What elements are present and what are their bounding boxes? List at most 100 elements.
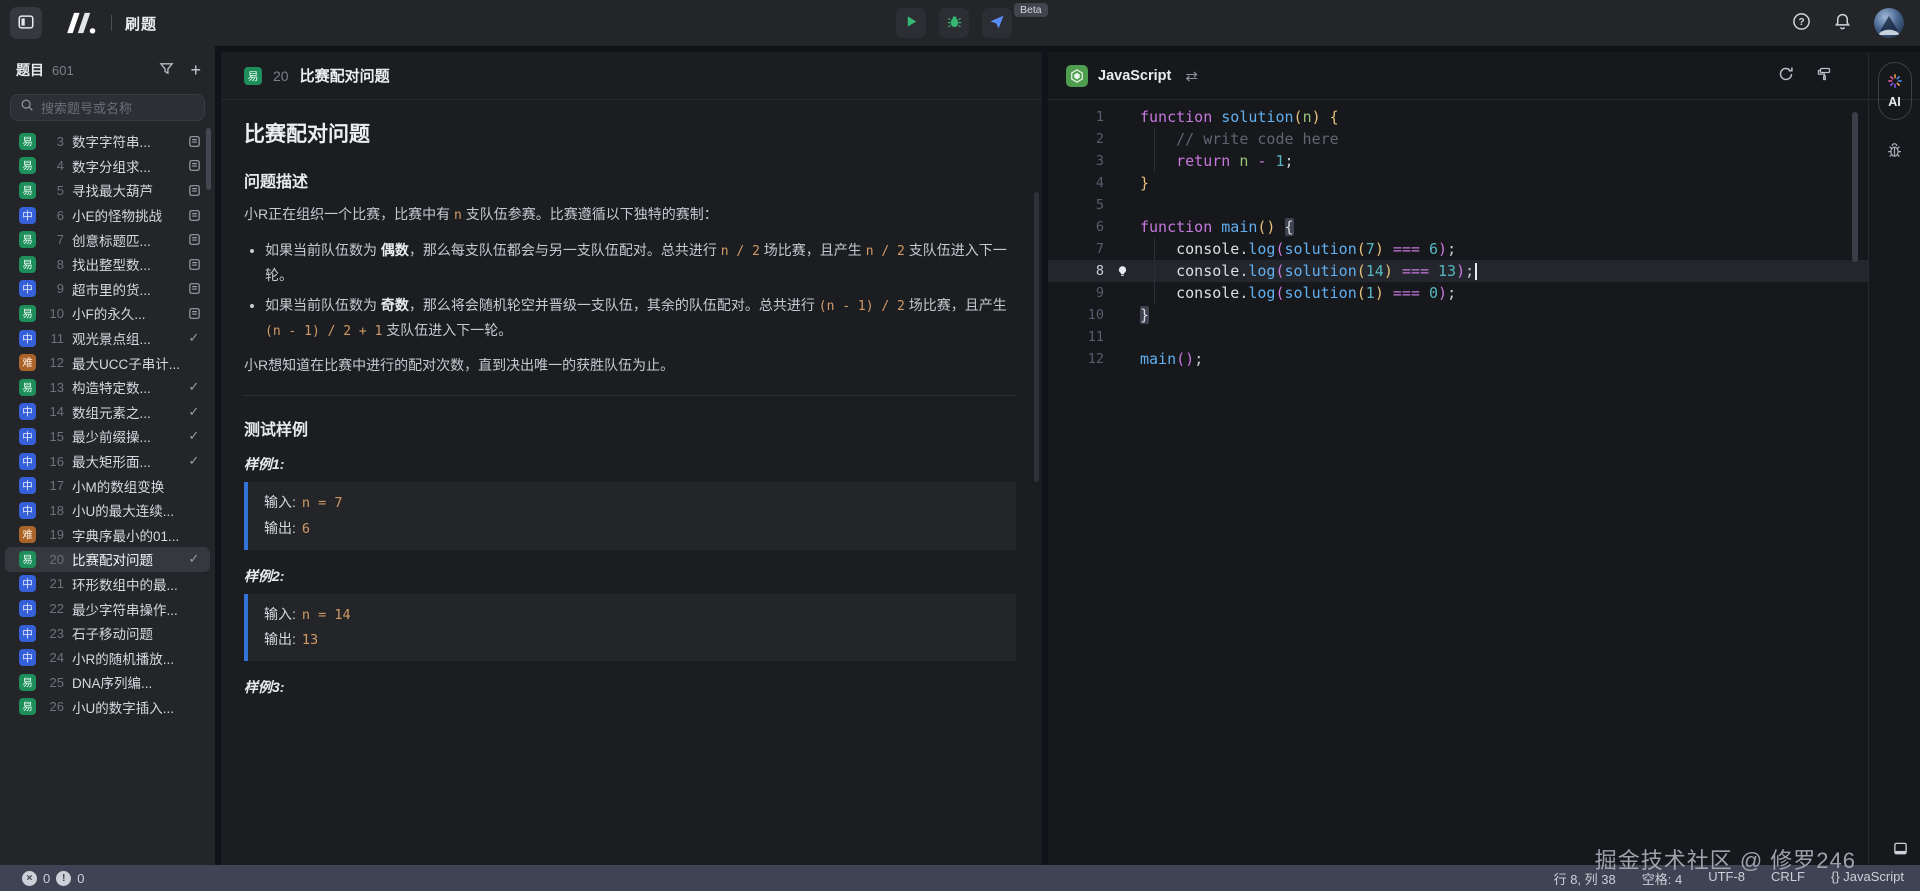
problem-item[interactable]: 中6小E的怪物挑战 [5, 203, 210, 228]
problem-item[interactable]: 中11观光景点组...✓ [5, 326, 210, 351]
code-line[interactable]: 2 // write code here [1048, 128, 1868, 150]
add-problem-button[interactable]: + [190, 61, 201, 79]
problem-item[interactable]: 易26小U的数字插入... [5, 695, 210, 720]
submit-button[interactable] [982, 8, 1012, 38]
problem-item[interactable]: 易5寻找最大葫芦 [5, 178, 210, 203]
line-number[interactable]: 7 [1048, 241, 1104, 257]
rail-debug-button[interactable] [1886, 142, 1903, 162]
filter-button[interactable] [159, 61, 174, 79]
problem-item[interactable]: 中24小R的随机播放... [5, 645, 210, 670]
reset-code-button[interactable] [1778, 66, 1794, 85]
code-line[interactable]: 3 return n - 1; [1048, 150, 1868, 172]
run-button[interactable] [896, 8, 926, 38]
code-line[interactable]: 5 [1048, 194, 1868, 216]
line-number[interactable]: 8 [1048, 263, 1104, 279]
quick-fix-lightbulb[interactable] [1104, 265, 1140, 278]
problem-item[interactable]: 易3数字字符串... [5, 129, 210, 154]
code-line[interactable]: 12main(); [1048, 348, 1868, 370]
problem-title: 数字字符串... [72, 131, 182, 151]
difficulty-badge: 中 [19, 280, 36, 297]
sample-block: 输入:n = 14输出:13 [244, 594, 1016, 661]
line-number[interactable]: 11 [1048, 329, 1104, 345]
problem-item[interactable]: 中15最少前缀操...✓ [5, 424, 210, 449]
problem-item[interactable]: 易10小F的永久... [5, 301, 210, 326]
console-toggle-icon[interactable] [1893, 841, 1908, 861]
help-button[interactable]: ? [1792, 12, 1811, 34]
problem-item[interactable]: 中17小M的数组变换 [5, 473, 210, 498]
problem-item[interactable]: 易8找出整型数... [5, 252, 210, 277]
description-scrollbar[interactable] [1034, 192, 1039, 482]
problem-item[interactable]: 中21环形数组中的最... [5, 572, 210, 597]
code-text: } [1140, 306, 1149, 324]
problem-item[interactable]: 易25DNA序列编... [5, 670, 210, 695]
bug-icon [947, 14, 962, 32]
problem-number: 10 [42, 306, 64, 321]
editor-scrollbar[interactable] [1852, 112, 1858, 262]
problem-item[interactable]: 易4数字分组求... [5, 154, 210, 179]
sidebar-scrollbar[interactable] [206, 128, 211, 190]
line-number[interactable]: 12 [1048, 351, 1104, 367]
problem-item[interactable]: 中22最少字符串操作... [5, 596, 210, 621]
code-editor[interactable]: 1function solution(n) {2 // write code h… [1048, 100, 1868, 865]
code-text: console.log(solution(14) === 13); [1140, 262, 1474, 280]
problem-item[interactable]: 难19字典序最小的01... [5, 523, 210, 548]
format-code-button[interactable] [1816, 66, 1832, 85]
funnel-icon [159, 61, 174, 79]
problem-item[interactable]: 中18小U的最大连续... [5, 498, 210, 523]
app-root: 刷题 Beta ? [0, 0, 1920, 891]
sidebar-title: 题目 [16, 60, 44, 80]
difficulty-badge: 易 [19, 379, 36, 396]
problem-item[interactable]: 易20比赛配对问题✓ [5, 547, 210, 572]
code-line[interactable]: 1function solution(n) { [1048, 106, 1868, 128]
code-text: // write code here [1140, 130, 1339, 148]
description-scroll[interactable]: 比赛配对问题 问题描述 小R正在组织一个比赛，比赛中有 n 支队伍参赛。比赛遵循… [221, 100, 1042, 696]
line-number[interactable]: 6 [1048, 219, 1104, 235]
problem-title: 比赛配对问题 [72, 549, 182, 569]
problem-number: 15 [42, 429, 64, 444]
ai-assistant-button[interactable]: AI [1878, 62, 1912, 120]
line-number[interactable]: 1 [1048, 109, 1104, 125]
difficulty-badge: 中 [19, 428, 36, 445]
sidebar-toggle-button[interactable] [10, 7, 42, 39]
nodejs-icon [1066, 65, 1088, 87]
line-number[interactable]: 2 [1048, 131, 1104, 147]
rules-list: 如果当前队伍数为 偶数，那么每支队伍都会与另一支队伍配对。总共进行 n / 2 … [244, 238, 1016, 343]
problem-header: 易 20 比赛配对问题 [221, 52, 1042, 100]
line-number[interactable]: 10 [1048, 307, 1104, 323]
sample-label: 样例3: [244, 677, 1016, 696]
debug-button[interactable] [939, 8, 969, 38]
code-line[interactable]: 10} [1048, 304, 1868, 326]
solved-check-icon: ✓ [186, 453, 202, 469]
code-text: } [1140, 174, 1149, 192]
code-line[interactable]: 7 console.log(solution(7) === 6); [1048, 238, 1868, 260]
code-line[interactable]: 4} [1048, 172, 1868, 194]
line-number[interactable]: 3 [1048, 153, 1104, 169]
problems-indicator[interactable]: × 0 ! 0 [0, 871, 84, 886]
search-input[interactable]: 搜索题号或名称 [10, 94, 205, 121]
code-line[interactable]: 6function main() { [1048, 216, 1868, 238]
sample-output: 输出:6 [264, 516, 1000, 542]
line-number[interactable]: 5 [1048, 197, 1104, 213]
switch-language-button[interactable]: ⇄ [1171, 67, 1198, 85]
difficulty-badge: 易 [19, 305, 36, 322]
note-icon [186, 209, 202, 222]
problem-item[interactable]: 中16最大矩形面...✓ [5, 449, 210, 474]
problem-title: 找出整型数... [72, 254, 182, 274]
code-line[interactable]: 8 console.log(solution(14) === 13); [1048, 260, 1868, 282]
problem-item[interactable]: 易13构造特定数...✓ [5, 375, 210, 400]
code-line[interactable]: 9 console.log(solution(1) === 0); [1048, 282, 1868, 304]
line-number[interactable]: 4 [1048, 175, 1104, 191]
note-icon [186, 233, 202, 246]
problem-item[interactable]: 中14数组元素之...✓ [5, 400, 210, 425]
notifications-button[interactable] [1833, 12, 1852, 34]
problem-item[interactable]: 中23石子移动问题 [5, 621, 210, 646]
note-icon [186, 282, 202, 295]
problem-item[interactable]: 中9超市里的货... [5, 277, 210, 302]
problem-number: 25 [42, 675, 64, 690]
sample-input: 输入:n = 14 [264, 602, 1000, 628]
problem-item[interactable]: 易7创意标题匹... [5, 227, 210, 252]
line-number[interactable]: 9 [1048, 285, 1104, 301]
avatar[interactable] [1874, 8, 1904, 38]
problem-item[interactable]: 难12最大UCC子串计... [5, 350, 210, 375]
code-line[interactable]: 11 [1048, 326, 1868, 348]
